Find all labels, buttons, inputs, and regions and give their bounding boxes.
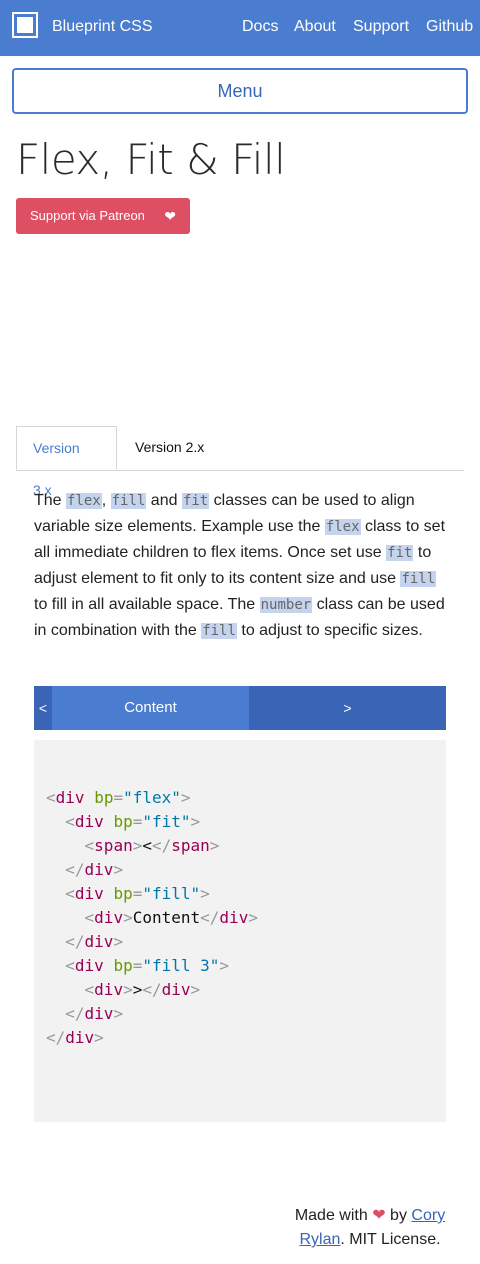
code-example: <div bp="flex"> <div bp="fit"> <span><</… [34, 740, 446, 1122]
code-line: <div>Content</div> [84, 908, 258, 927]
version-tabs: Version 3.x Version 2.x [16, 426, 464, 498]
desc-text: to fill in all available space. The [34, 596, 260, 613]
inline-code: flex [66, 493, 102, 509]
code-line: <span><</span> [84, 836, 220, 855]
code-line: </div> [65, 1004, 124, 1023]
code-line: <div bp="fill 3"> [65, 956, 230, 975]
code-line: <div>></div> [84, 980, 201, 999]
code-line: <div bp="fit"> [65, 812, 201, 831]
demo-fill-3-cell: > [343, 700, 352, 716]
code-line: </div> [46, 1028, 104, 1047]
code-line: </div> [65, 932, 124, 951]
nav-link-support[interactable]: Support [353, 18, 409, 36]
footer-license: . MIT License. [340, 1231, 441, 1248]
inline-code: fill [201, 623, 237, 639]
footer-made-with: Made with [294, 1207, 368, 1224]
footer-by: by [390, 1207, 407, 1224]
inline-code: fit [386, 545, 414, 561]
inline-code: number [259, 597, 313, 613]
heart-icon: ❤ [372, 1207, 386, 1224]
patreon-support-button[interactable]: Support via Patreon ❤ [16, 198, 190, 234]
footer: Made with ❤ by Cory Rylan. MIT License. [280, 1204, 460, 1252]
patreon-label: Support via Patreon [30, 208, 145, 223]
menu-button[interactable]: Menu [12, 68, 468, 114]
tab-version-2[interactable]: Version 2.x [119, 426, 220, 470]
nav-link-about[interactable]: About [294, 18, 336, 36]
heart-icon: ❤ [164, 208, 176, 224]
inline-code: flex [324, 519, 361, 535]
demo-fill-cell: Content [52, 686, 249, 730]
code-line: <div bp="flex"> [46, 788, 191, 807]
desc-text: The [34, 492, 67, 509]
square-logo-icon[interactable] [12, 12, 38, 38]
inline-code: fill [400, 571, 437, 587]
inline-code: fit [181, 493, 210, 509]
flex-demo-bar: < Content > [34, 686, 446, 730]
desc-text: , [101, 492, 111, 509]
demo-fit-cell: < [38, 700, 48, 716]
nav-link-docs[interactable]: Docs [242, 18, 278, 36]
top-navbar: Blueprint CSS Docs About Support Github [0, 0, 480, 56]
code-line: <div bp="fill"> [65, 884, 210, 903]
page-title: Flex, Fit & Fill [16, 135, 286, 184]
inline-code: fill [110, 493, 147, 509]
description-paragraph: The flex, fill and fit classes can be us… [34, 488, 450, 644]
desc-text: to adjust to specific sizes. [236, 622, 423, 639]
desc-text: and [146, 492, 182, 509]
code-line: </div> [65, 860, 124, 879]
tab-version-3[interactable]: Version 3.x [16, 426, 117, 498]
brand-link[interactable]: Blueprint CSS [52, 18, 153, 36]
nav-link-github[interactable]: Github [426, 18, 473, 36]
